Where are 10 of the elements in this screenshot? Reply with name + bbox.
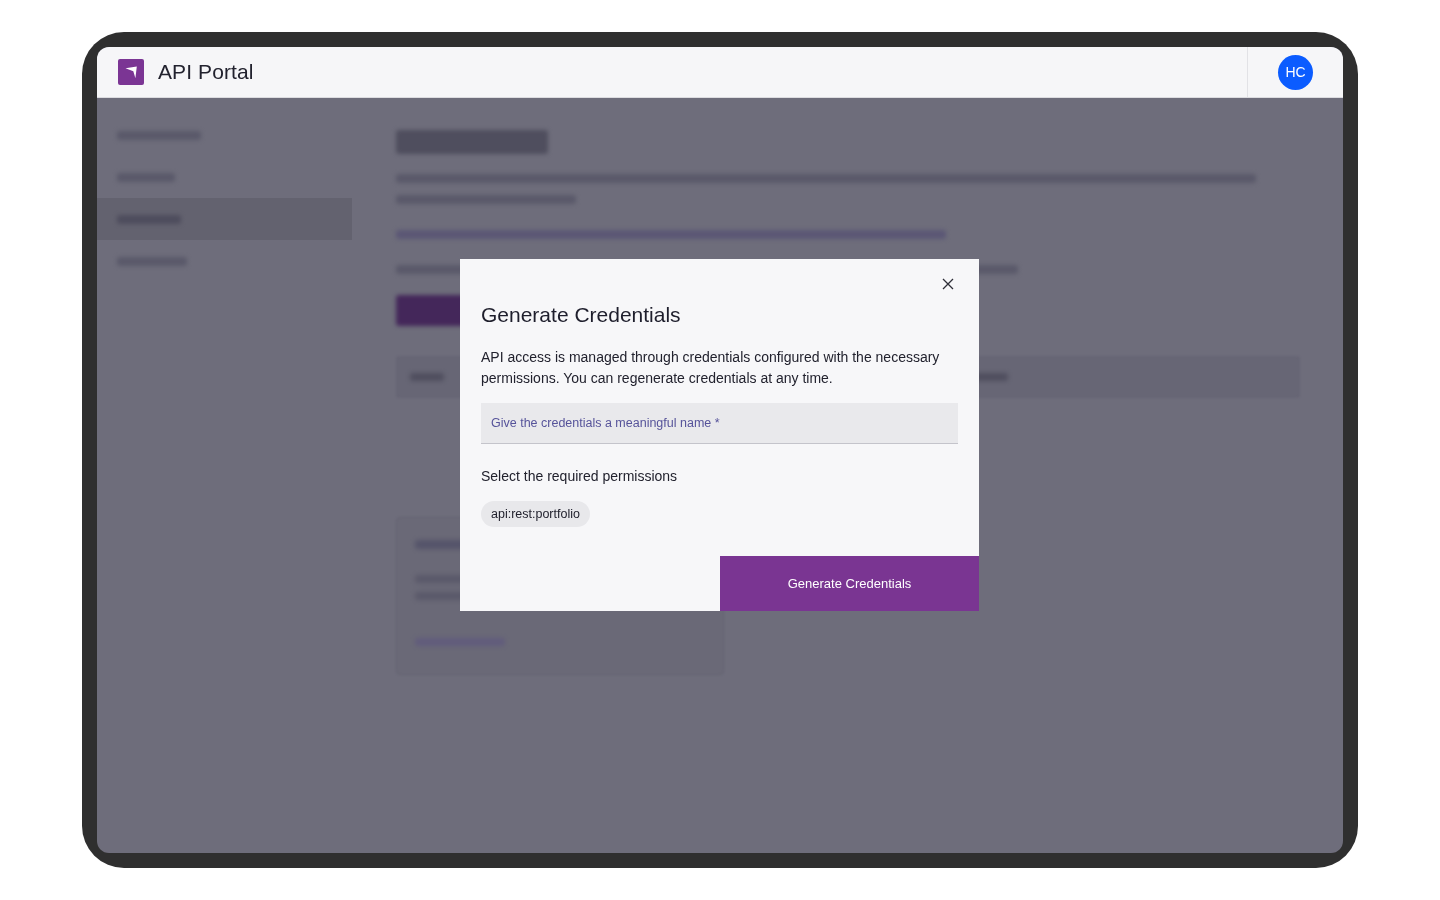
dialog-title: Generate Credentials xyxy=(481,302,681,328)
permission-chip[interactable]: api:rest:portfolio xyxy=(481,501,590,527)
name-input-field[interactable]: Give the credentials a meaningful name * xyxy=(481,403,958,444)
generate-credentials-button[interactable]: Generate Credentials xyxy=(720,556,979,611)
user-avatar[interactable]: HC xyxy=(1278,54,1313,90)
dialog-description: API access is managed through credentials configured with the necessary permissions. You can regenerate credentials at any time. xyxy=(481,348,941,388)
permissions-label: Select the required permissions xyxy=(481,467,678,485)
app-title: API Portal xyxy=(158,60,254,84)
close-icon xyxy=(942,278,954,290)
logo-icon xyxy=(118,59,144,85)
